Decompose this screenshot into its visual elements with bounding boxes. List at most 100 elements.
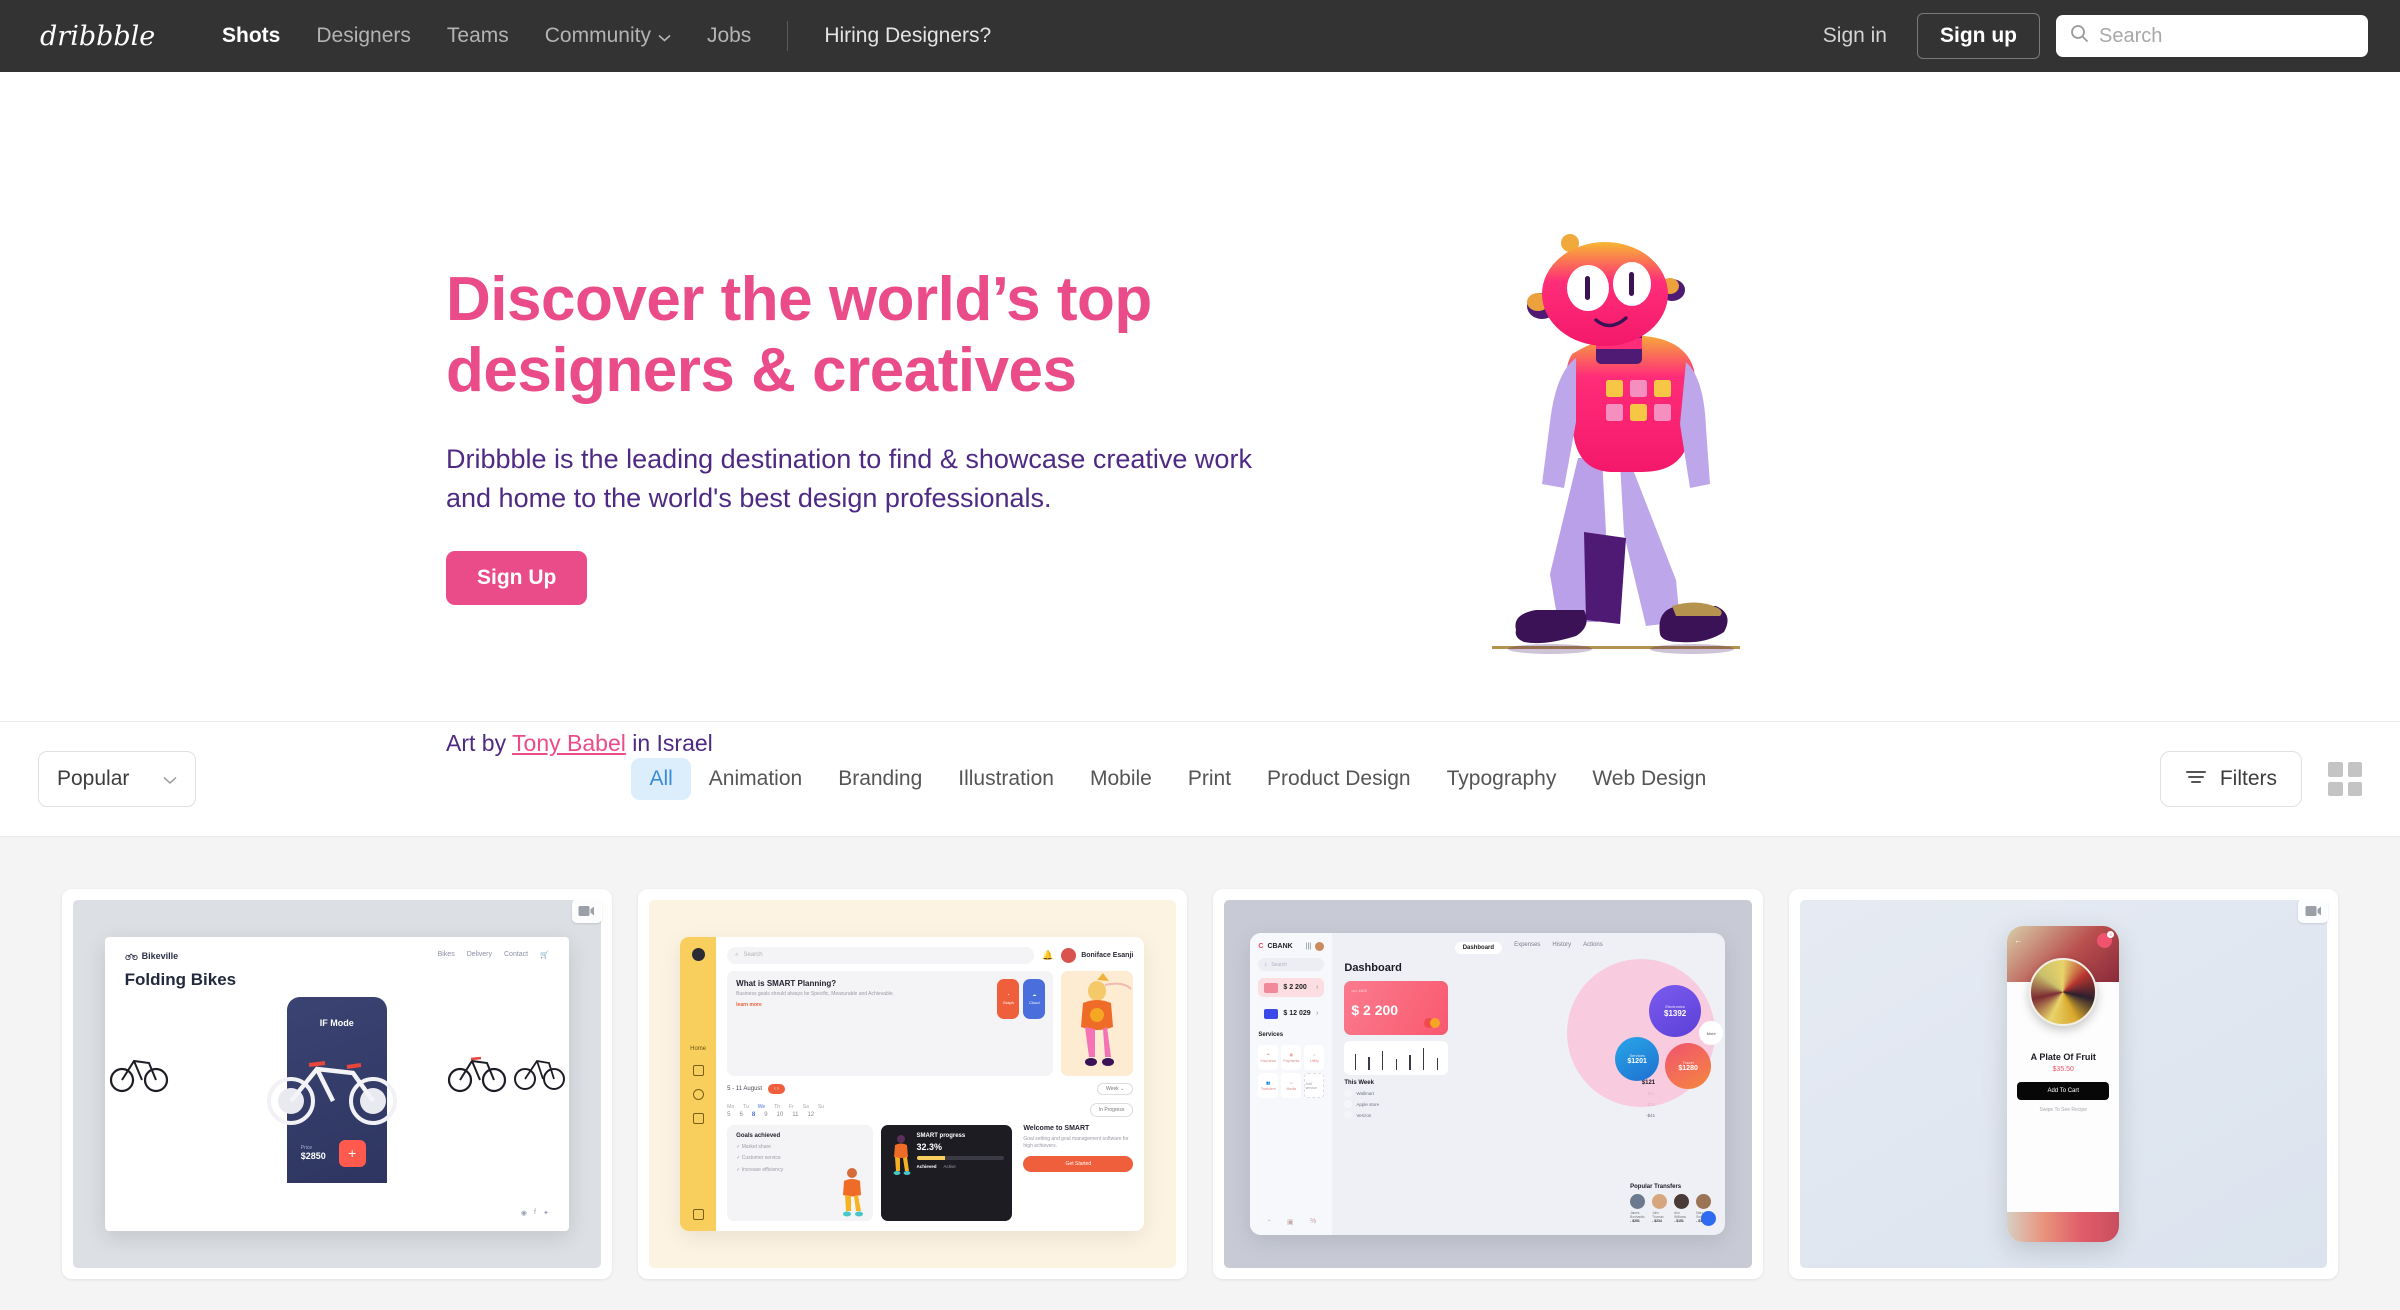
search-box[interactable]: [2056, 15, 2368, 57]
nav-item-teams[interactable]: Teams: [429, 24, 527, 48]
nav-item-jobs[interactable]: Jobs: [689, 24, 769, 48]
tab-print[interactable]: Print: [1170, 758, 1249, 800]
nav-item-designers[interactable]: Designers: [298, 24, 429, 48]
tab-branding[interactable]: Branding: [820, 758, 940, 800]
nav-item-shots[interactable]: Shots: [222, 24, 298, 48]
sort-select[interactable]: Popular: [38, 751, 196, 807]
cart-icon[interactable]: 0: [2097, 930, 2115, 948]
transfer-person[interactable]: John Thomas - $234: [1652, 1193, 1669, 1223]
search-icon: ⌕: [1264, 961, 1268, 968]
tab-animation[interactable]: Animation: [691, 758, 820, 800]
bike-add-button[interactable]: +: [338, 1139, 366, 1167]
cbank-tab-dashboard[interactable]: Dashboard: [1454, 942, 1503, 955]
smart-progress-tab-achieved[interactable]: Achieved: [917, 1164, 937, 1169]
shot-thumbnail: ← 0 A Plate Of Fruit $35.50 Add To Cart …: [1799, 900, 2327, 1268]
cbank-transaction-row: Verizon -$41: [1344, 1111, 1713, 1120]
nav-label: Designers: [316, 24, 411, 47]
day-number[interactable]: 6: [740, 1112, 743, 1118]
tab-illustration[interactable]: Illustration: [940, 758, 1072, 800]
smart-pill-graph[interactable]: ◔ Graph: [997, 978, 1020, 1019]
avatar[interactable]: [1315, 942, 1325, 952]
shot-card-smart-planning[interactable]: Home ⌕ Search 🔔 Boniface Esanji What is …: [637, 889, 1187, 1279]
credit-prefix: Art by: [446, 730, 513, 756]
fruit-add-to-cart-button[interactable]: Add To Cart: [2017, 1081, 2110, 1100]
cbank-tab-expenses[interactable]: Expenses: [1514, 942, 1540, 954]
sign-up-button[interactable]: Sign up: [1917, 13, 2040, 59]
clock-icon[interactable]: [692, 1089, 704, 1100]
fruit-swipe-hint: Swipe To See Recipe: [2039, 1106, 2087, 1113]
art-credit: Art by Tony Babel in Israel: [446, 730, 713, 757]
logout-icon[interactable]: [692, 1209, 704, 1221]
day-number[interactable]: 10: [777, 1112, 784, 1118]
tab-product-design[interactable]: Product Design: [1249, 758, 1429, 800]
transfer-person[interactable]: Ann Williams - $151: [1674, 1193, 1691, 1223]
cbank-tabs: Dashboard Expenses History Actions: [1344, 942, 1713, 955]
smart-pill-cloud[interactable]: ☁ Cloud: [1023, 978, 1046, 1019]
cbank-bubble-travel[interactable]: Travel $1280: [1665, 1043, 1712, 1090]
tab-all[interactable]: All: [631, 758, 691, 800]
tab-mobile[interactable]: Mobile: [1072, 758, 1170, 800]
bell-icon[interactable]: 🔔: [1042, 950, 1053, 961]
cbank-service-insurance[interactable]: ☂ Insurance: [1258, 1045, 1279, 1071]
cbank-service-transfers[interactable]: 👥 Transfers: [1258, 1073, 1279, 1099]
day-number[interactable]: 5: [727, 1112, 730, 1118]
cbank-search[interactable]: ⌕ Search: [1258, 958, 1325, 972]
cbank-week-total: $121: [1641, 1080, 1656, 1087]
credit-author-link[interactable]: Tony Babel: [512, 730, 626, 756]
calendar-icon[interactable]: [692, 1113, 704, 1124]
day-number[interactable]: 9: [764, 1112, 767, 1118]
hero-sign-up-button[interactable]: Sign Up: [446, 550, 588, 605]
cbank-bubble-services[interactable]: Services $1201: [1615, 1037, 1660, 1082]
shot-card-cbank[interactable]: C CBANK ||| ⌕ Search $ 2 200 › $ 12 029 …: [1213, 889, 1763, 1279]
day-number-active[interactable]: 8: [752, 1112, 755, 1118]
bike-brand-label: Bikeville: [141, 950, 179, 961]
filters-button[interactable]: Filters: [2159, 751, 2302, 807]
shot-card-plate-of-fruit[interactable]: ← 0 A Plate Of Fruit $35.50 Add To Cart …: [1788, 889, 2338, 1279]
transfer-name: James Bonhardts: [1630, 1210, 1645, 1219]
shot-card-bikeville[interactable]: Bikeville Bikes Delivery Contact 🛒 Foldi…: [62, 889, 612, 1279]
instagram-icon: ◉: [520, 1210, 528, 1218]
chevron-down-icon: [163, 767, 177, 791]
tab-web-design[interactable]: Web Design: [1574, 758, 1724, 800]
grid-view-icon[interactable]: [2328, 762, 2362, 796]
back-arrow-icon[interactable]: ←: [2014, 936, 2022, 945]
dribbble-logo-icon[interactable]: dribbble: [38, 19, 178, 53]
wallet-icon[interactable]: ▣: [1287, 1218, 1294, 1226]
cbank-week-title: This Week: [1344, 1080, 1374, 1087]
cbank-account-1[interactable]: $ 2 200 ›: [1258, 978, 1325, 998]
robot-mascot-illustration: [1480, 222, 1800, 662]
cbank-bubble-more[interactable]: More: [1699, 1021, 1724, 1046]
cbank-service-media[interactable]: ▭ Media: [1281, 1073, 1302, 1099]
sign-in-link[interactable]: Sign in: [1809, 16, 1901, 56]
cbank-account-2[interactable]: $ 12 029 ›: [1258, 1004, 1324, 1023]
search-input[interactable]: [2099, 24, 2354, 48]
day-number[interactable]: 12: [807, 1112, 814, 1118]
smart-view-select[interactable]: Week ⌄: [1097, 1082, 1134, 1095]
cbank-service-utility[interactable]: ⌂ Utility: [1304, 1045, 1325, 1071]
chart-icon[interactable]: ◔: [1267, 1218, 1271, 1226]
bubble-label: More: [1706, 1030, 1716, 1036]
settings-icon[interactable]: %: [1310, 1218, 1316, 1226]
cbank-service-add[interactable]: Add service: [1304, 1073, 1325, 1099]
page-title: Discover the world’s top designers & cre…: [446, 265, 1152, 405]
transfer-person[interactable]: James Bonhardts - $251: [1630, 1193, 1647, 1223]
cbank-tab-history[interactable]: History: [1552, 942, 1571, 954]
cbank-chat-fab[interactable]: [1701, 1210, 1717, 1226]
grid-cell: [2328, 762, 2343, 777]
cbank-tab-actions[interactable]: Actions: [1583, 942, 1603, 954]
nav-item-community[interactable]: Community: [527, 24, 689, 48]
smart-progress-tab-active[interactable]: Active: [944, 1164, 956, 1169]
nav-item-hiring-designers[interactable]: Hiring Designers?: [806, 24, 1009, 48]
day-number[interactable]: 11: [792, 1112, 798, 1118]
site-header: dribbble Shots Designers Teams Community…: [0, 0, 2400, 72]
smart-week-nav[interactable]: ‹ ›: [768, 1083, 785, 1094]
cbank-service-payments[interactable]: ▦ Payments: [1281, 1045, 1302, 1071]
cbank-bubble-electronics[interactable]: Electronics $1392: [1649, 985, 1702, 1038]
tab-typography[interactable]: Typography: [1429, 758, 1575, 800]
smart-search[interactable]: ⌕ Search: [727, 946, 1034, 964]
smart-nav-home[interactable]: Home: [690, 1046, 706, 1052]
smart-user[interactable]: Boniface Esanji: [1061, 947, 1133, 963]
mail-icon[interactable]: [692, 1065, 704, 1076]
smart-get-started-button[interactable]: Get Started: [1023, 1155, 1134, 1172]
menu-icon[interactable]: |||: [1305, 943, 1311, 950]
